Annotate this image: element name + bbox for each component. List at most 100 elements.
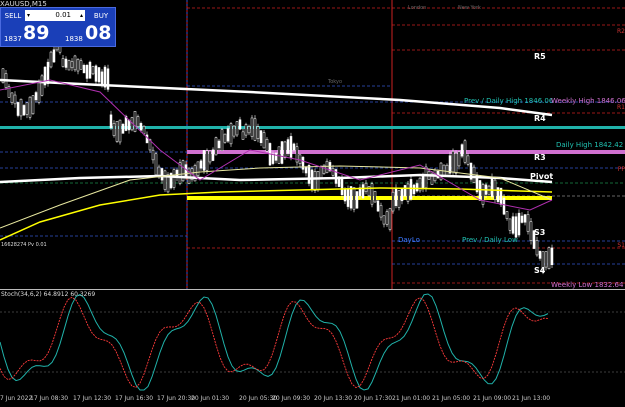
candle-body [250,117,254,137]
candle-body [214,137,218,156]
time-label: 7 Jun 2022 [0,395,33,402]
candle-body [163,170,167,190]
candle-body [64,58,68,68]
candle-body [109,114,113,129]
candle-body [211,149,215,161]
candle-body [520,215,524,223]
weekly-high-label: Weekly High 1846.06 [551,97,625,105]
cyan-level-band [0,126,625,129]
time-axis: 7 Jun 2022 17 Jun 08:30 17 Jun 12:30 17 … [0,394,625,407]
moving-average-line [0,173,553,184]
candle-body [10,92,14,103]
candle-body [382,215,386,225]
chevron-down-icon[interactable]: ▾ [27,10,30,21]
right-mark-s1: S1 [617,242,625,249]
chart-window[interactable]: XAUUSD,M15 SELL ▾ 0.01 ▴ BUY 1837 89 183… [0,0,625,407]
candle-body [256,126,260,140]
candle-body [304,166,308,174]
candle-body [505,211,509,219]
candle-body [49,51,53,68]
candle-body [154,153,158,176]
candle-body [391,191,395,212]
candle-body [454,152,458,174]
candle-body [340,178,344,196]
candle-body [394,187,398,206]
candle-body [28,96,32,118]
right-mark-pp: PP [617,166,625,173]
candle-body [13,94,17,105]
candle-body [289,136,293,158]
candle-body [94,65,98,82]
candle-body [82,64,86,74]
time-label: 21 Jun 13:00 [512,395,551,402]
candle-body [88,61,92,79]
candle-body [247,126,251,134]
candle-body [448,155,452,174]
candle-body [229,123,233,145]
prev-daily-high-label: Prev / Daily High 1846.06 [464,97,554,105]
candle-body [364,182,368,192]
level-s3-label: S3 [534,228,546,237]
candle-body [373,191,377,203]
candle-body [202,150,206,171]
candle-body [91,66,95,75]
candle-body [241,131,245,140]
candle-body [97,67,101,83]
right-mark-r1: R1 [617,104,625,111]
candle-body [409,179,413,200]
candle-body [85,64,89,79]
buy-price-big[interactable]: 08 [85,22,111,44]
sell-price-big[interactable]: 89 [23,22,49,44]
candle-body [535,240,539,256]
candle-body [34,92,38,101]
candle-body [37,80,41,103]
candle-body [370,183,374,205]
candle-body [79,60,83,70]
candle-body [463,140,467,163]
lot-size-input[interactable]: ▾ 0.01 ▴ [25,10,85,21]
candle-body [25,102,29,115]
candle-body [259,130,263,144]
candle-body [316,171,320,191]
stochastic-panel[interactable] [0,290,625,394]
candle-body [61,58,65,67]
right-mark-r2: R2 [617,28,625,35]
candle-body [478,180,482,201]
daily-high-label: Daily High 1842.42 [556,141,624,149]
time-label: 21 Jun 09:00 [473,395,512,402]
candle-body [277,146,281,164]
candle-body [526,214,530,232]
buy-button[interactable]: BUY [89,10,113,22]
candle-body [361,184,365,199]
candle-body [460,144,464,157]
candle-body [388,208,392,230]
candle-body [22,105,26,116]
sell-button[interactable]: SELL [3,10,23,22]
candle-body [112,123,116,136]
candle-body [172,169,176,188]
candle-body [538,250,542,259]
candle-body [355,191,359,209]
candle-body [232,125,236,137]
candle-body [400,189,404,202]
candle-body [397,190,401,208]
candle-body [283,141,287,158]
chevron-up-icon[interactable]: ▴ [80,10,83,21]
candle-body [76,59,80,72]
candle-body [235,121,239,136]
candle-body [343,189,347,202]
prev-daily-low-label: Prev / Daily Low [462,236,518,244]
candle-body [196,161,200,176]
candle-body [40,75,44,96]
sell-price-small: 1837 [4,35,22,43]
candle-body [151,149,155,161]
candle-body [199,160,203,169]
candle-body [139,123,143,131]
stoch-indicator-label: Stoch(34,6,2) 64.8912 60.3269 [1,291,96,298]
candle-body [298,154,302,164]
candle-body [517,212,521,236]
candle-body [292,143,296,151]
candle-body [349,186,353,209]
candle-body [514,216,518,238]
candle-body [31,95,35,115]
